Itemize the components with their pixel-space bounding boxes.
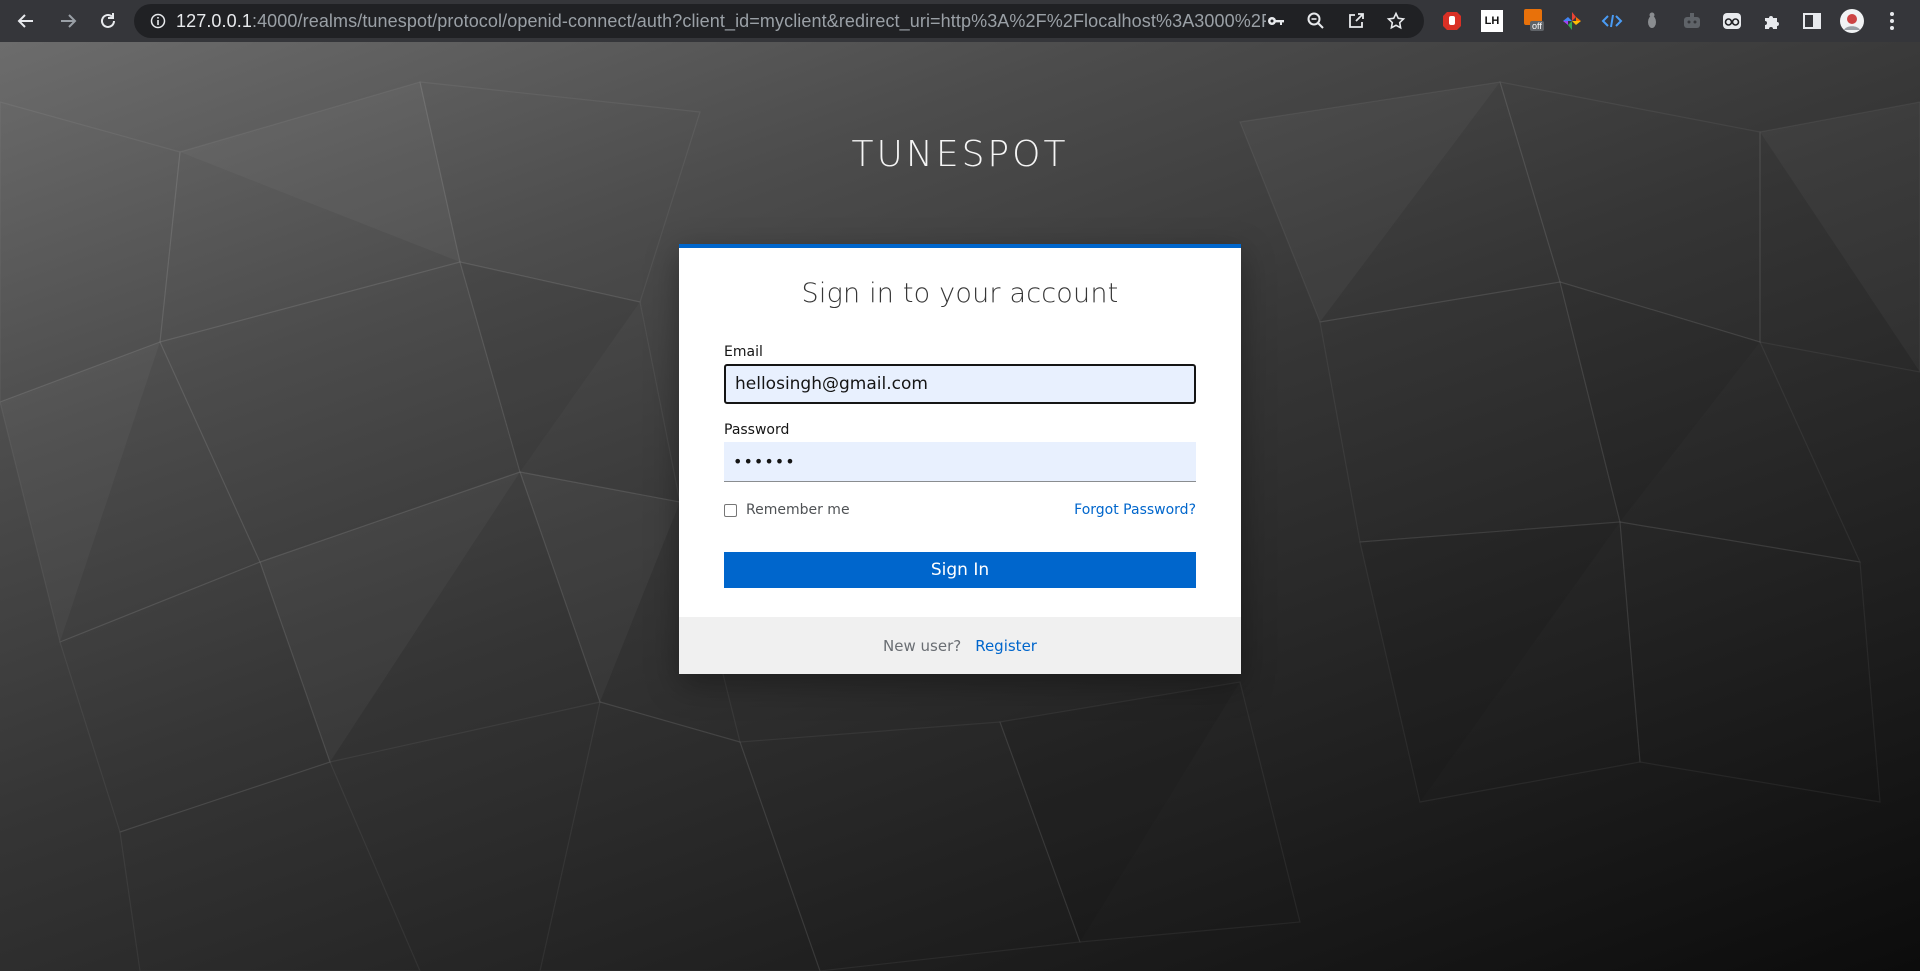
- url-host: 127.0.0.1: [176, 10, 252, 31]
- back-arrow-icon[interactable]: [10, 5, 42, 37]
- site-info-icon[interactable]: [140, 4, 176, 38]
- off-extension-icon[interactable]: off: [1520, 5, 1552, 37]
- star-icon[interactable]: [1376, 4, 1416, 38]
- password-label: Password: [724, 422, 790, 438]
- email-field[interactable]: [724, 364, 1196, 404]
- remember-row: Remember me Forgot Password?: [724, 502, 1196, 518]
- sign-in-button[interactable]: Sign In: [724, 552, 1196, 588]
- login-form: Email Password Remember me Forgot Passwo…: [724, 344, 1196, 588]
- new-user-text: New user?: [883, 636, 962, 655]
- stop-hand-icon[interactable]: [1436, 5, 1468, 37]
- login-card: Sign in to your account Email Password R…: [679, 244, 1241, 674]
- glasses-icon[interactable]: [1716, 5, 1748, 37]
- lh-extension-icon[interactable]: LH: [1476, 5, 1508, 37]
- forgot-password-link[interactable]: Forgot Password?: [1074, 502, 1196, 518]
- bug-icon[interactable]: [1636, 5, 1668, 37]
- side-panel-icon[interactable]: [1796, 5, 1828, 37]
- registration-footer: New user? Register: [679, 617, 1241, 674]
- register-link[interactable]: Register: [975, 637, 1037, 655]
- key-icon[interactable]: [1256, 4, 1296, 38]
- color-wheel-icon[interactable]: [1556, 5, 1588, 37]
- share-icon[interactable]: [1336, 4, 1376, 38]
- remember-me-checkbox[interactable]: [724, 503, 737, 517]
- lh-badge: LH: [1481, 10, 1503, 32]
- browser-toolbar: 127.0.0.1:4000/realms/tunespot/protocol/…: [0, 0, 1920, 42]
- remember-me[interactable]: Remember me: [724, 502, 850, 518]
- code-icon[interactable]: [1596, 5, 1628, 37]
- robot-icon[interactable]: [1676, 5, 1708, 37]
- off-badge: off: [1530, 21, 1544, 31]
- password-field[interactable]: [724, 442, 1196, 482]
- puzzle-icon[interactable]: [1756, 5, 1788, 37]
- url-text: 127.0.0.1:4000/realms/tunespot/protocol/…: [176, 11, 1266, 32]
- menu-dots-icon[interactable]: [1876, 5, 1908, 37]
- profile-avatar[interactable]: [1836, 5, 1868, 37]
- forward-arrow-icon[interactable]: [52, 5, 84, 37]
- login-heading: Sign in to your account: [801, 278, 1119, 309]
- url-path: :4000/realms/tunespot/protocol/openid-co…: [251, 10, 1266, 31]
- brand-title: TUNESPOT: [851, 134, 1069, 175]
- email-label: Email: [724, 344, 763, 360]
- address-bar[interactable]: 127.0.0.1:4000/realms/tunespot/protocol/…: [134, 4, 1424, 38]
- remember-me-label: Remember me: [746, 502, 850, 518]
- zoom-icon[interactable]: [1296, 4, 1336, 38]
- login-page-background: TUNESPOT Sign in to your account Email P…: [0, 42, 1920, 971]
- reload-icon[interactable]: [92, 5, 124, 37]
